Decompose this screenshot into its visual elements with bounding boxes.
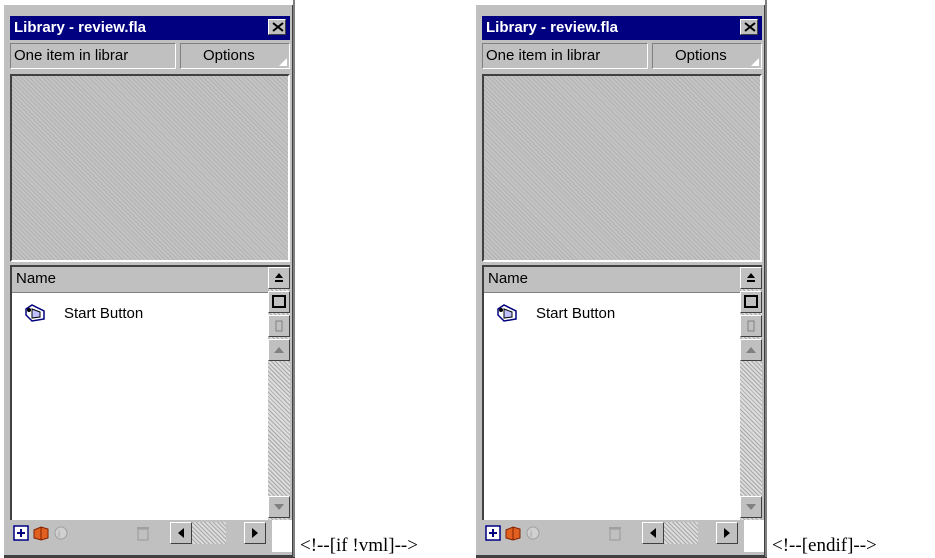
new-symbol-icon[interactable] — [12, 524, 30, 542]
delete-icon[interactable] — [606, 524, 624, 542]
options-menu-button[interactable]: Options — [652, 43, 762, 69]
arrow-down-icon — [274, 504, 284, 510]
arrow-left-icon — [650, 528, 656, 538]
arrow-left-icon — [178, 528, 184, 538]
bottom-toolbar: i — [10, 520, 272, 546]
scroll-left-button[interactable] — [642, 522, 664, 544]
bottom-toolbar: i — [482, 520, 744, 546]
info-bar: One item in librar Options — [482, 43, 762, 69]
narrow-view-button[interactable] — [268, 315, 290, 337]
narrow-view-icon — [275, 320, 283, 332]
info-bar: One item in librar Options — [10, 43, 290, 69]
horizontal-scroll-track[interactable] — [192, 522, 226, 544]
options-arrow-icon — [751, 58, 759, 66]
column-header-name[interactable]: Name — [12, 267, 268, 293]
library-list[interactable]: Name Start Button — [482, 265, 762, 520]
scroll-left-button[interactable] — [170, 522, 192, 544]
svg-text:i: i — [530, 529, 532, 540]
close-button[interactable] — [740, 19, 758, 35]
sort-order-button[interactable] — [740, 267, 762, 289]
new-folder-icon[interactable] — [504, 524, 522, 542]
delete-icon[interactable] — [134, 524, 152, 542]
close-icon — [272, 22, 284, 32]
preview-area — [482, 74, 762, 262]
arrow-right-icon — [724, 528, 730, 538]
library-list[interactable]: Name Start Button — [10, 265, 290, 520]
preview-area — [10, 74, 290, 262]
options-arrow-icon — [279, 58, 287, 66]
arrow-right-icon — [252, 528, 258, 538]
narrow-view-button[interactable] — [740, 315, 762, 337]
new-folder-icon[interactable] — [32, 524, 50, 542]
window-title: Library - review.fla — [14, 19, 146, 36]
title-bar[interactable]: Library - review.fla — [10, 16, 290, 40]
sort-icon — [275, 273, 283, 282]
scroll-down-button[interactable] — [268, 496, 290, 518]
button-symbol-icon — [25, 304, 45, 322]
new-symbol-icon[interactable] — [484, 524, 502, 542]
item-label: Start Button — [536, 305, 616, 322]
library-panel-2: Library - review.fla One item in librar … — [472, 0, 770, 558]
list-item[interactable]: Start Button — [484, 301, 734, 327]
properties-icon[interactable]: i — [52, 524, 70, 542]
sort-icon — [747, 273, 755, 282]
vml-comment-close: <!--[endif]--> — [772, 535, 877, 556]
wide-view-button[interactable] — [268, 291, 290, 313]
arrow-up-icon — [746, 347, 756, 353]
properties-icon[interactable]: i — [524, 524, 542, 542]
vertical-scrollbar[interactable] — [740, 267, 762, 520]
scroll-right-button[interactable] — [716, 522, 738, 544]
options-label: Options — [203, 47, 255, 64]
close-button[interactable] — [268, 19, 286, 35]
button-symbol-icon — [497, 304, 517, 322]
panel-edge — [765, 0, 767, 557]
column-header-label: Name — [16, 270, 57, 287]
title-bar[interactable]: Library - review.fla — [482, 16, 762, 40]
item-count: One item in librar — [482, 43, 648, 69]
resize-corner — [272, 520, 292, 552]
resize-corner — [744, 520, 764, 552]
list-item[interactable]: Start Button — [12, 301, 262, 327]
wide-view-icon — [272, 295, 286, 308]
vml-comment-open: <!--[if !vml]--> — [300, 535, 418, 556]
column-header-name[interactable]: Name — [484, 267, 740, 293]
scroll-up-button[interactable] — [740, 339, 762, 361]
sort-order-button[interactable] — [268, 267, 290, 289]
arrow-down-icon — [746, 504, 756, 510]
close-icon — [744, 22, 756, 32]
scroll-up-button[interactable] — [268, 339, 290, 361]
scroll-down-button[interactable] — [740, 496, 762, 518]
arrow-up-icon — [274, 347, 284, 353]
narrow-view-icon — [747, 320, 755, 332]
vertical-scrollbar[interactable] — [268, 267, 290, 520]
wide-view-button[interactable] — [740, 291, 762, 313]
svg-text:i: i — [58, 529, 60, 540]
panel-edge — [293, 0, 295, 557]
library-panel-1: Library - review.fla One item in librar … — [0, 0, 298, 558]
item-count: One item in librar — [10, 43, 176, 69]
options-menu-button[interactable]: Options — [180, 43, 290, 69]
item-label: Start Button — [64, 305, 144, 322]
window-title: Library - review.fla — [486, 19, 618, 36]
options-label: Options — [675, 47, 727, 64]
wide-view-icon — [744, 295, 758, 308]
scroll-right-button[interactable] — [244, 522, 266, 544]
horizontal-scroll-track[interactable] — [664, 522, 698, 544]
column-header-label: Name — [488, 270, 529, 287]
